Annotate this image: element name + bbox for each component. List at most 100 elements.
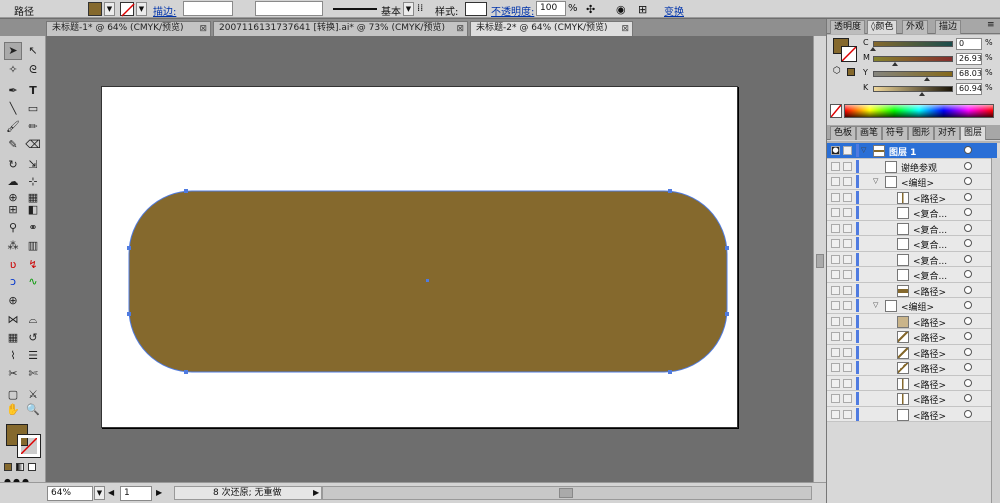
rectangle-tool-icon[interactable]: ▭ (24, 100, 42, 118)
panel-menu-icon[interactable]: ≡ (987, 20, 995, 30)
visibility-toggle[interactable] (831, 363, 840, 372)
anchor-point[interactable] (668, 370, 672, 374)
none-mode-icon[interactable] (28, 463, 36, 471)
eraser-tool-icon[interactable]: ⌫ (24, 136, 42, 154)
tab-transparency[interactable]: 透明度 (830, 20, 866, 34)
slice-tool-icon[interactable]: ✂ (4, 365, 22, 383)
layer-item[interactable]: ▽ <编组> (827, 174, 997, 190)
lock-toggle[interactable] (843, 347, 852, 357)
slider-thumb[interactable] (924, 77, 931, 81)
visibility-toggle[interactable] (831, 208, 840, 217)
scale-tool-icon[interactable]: ⇲ (24, 156, 42, 174)
target-icon[interactable] (964, 394, 972, 402)
target-icon[interactable] (964, 223, 972, 232)
layer-item[interactable]: <路径> (827, 329, 997, 345)
color-spectrum-bar[interactable] (844, 104, 994, 118)
rotate-tool-icon[interactable]: ↻ (4, 156, 22, 174)
anchor-point[interactable] (668, 189, 672, 193)
visibility-toggle[interactable] (831, 285, 840, 295)
next-artboard-icon[interactable]: ▶ (156, 488, 162, 497)
target-icon[interactable] (964, 363, 972, 371)
target-icon[interactable] (964, 285, 972, 294)
slider-thumb[interactable] (891, 62, 898, 66)
target-icon[interactable] (964, 177, 972, 185)
layer-item[interactable]: <路径> (827, 282, 997, 298)
visibility-toggle[interactable] (831, 301, 840, 310)
symbol-sprayer-tool-icon[interactable]: ⁂ (4, 237, 22, 255)
close-tab-icon[interactable]: ⊠ (621, 23, 629, 36)
layer-item[interactable]: <路径> (827, 189, 997, 205)
tab-2007116131737641[interactable]: 2007116131737641 [转换].ai* @ 73% (CMYK/预览… (213, 21, 468, 36)
lasso-tool-icon[interactable]: ᘓ (24, 61, 42, 79)
pencil-tool-icon[interactable]: ✏ (24, 118, 42, 136)
spiral-tool-icon[interactable]: ↯ (24, 256, 42, 274)
line-tool-icon[interactable]: ╲ (4, 100, 22, 118)
tab-swatches[interactable]: 色板 (830, 126, 857, 140)
tab-layers[interactable]: 图层 (960, 126, 987, 140)
gradient-tool-icon[interactable]: ◧ (24, 201, 42, 219)
lock-toggle[interactable] (843, 409, 852, 419)
lock-toggle[interactable] (843, 301, 852, 310)
lock-toggle[interactable] (843, 270, 852, 279)
zoom-dropdown[interactable]: ▼ (94, 486, 105, 500)
direct-selection-tool-icon[interactable]: ↖ (24, 42, 42, 60)
layer-item[interactable]: <复合... (827, 251, 997, 267)
anchor-point[interactable] (184, 370, 188, 374)
prev-artboard-icon[interactable]: ◀ (108, 488, 114, 497)
brush-dropdown[interactable]: ▼ (403, 2, 414, 16)
target-icon[interactable] (964, 146, 972, 154)
stroke-swatch-large[interactable] (841, 46, 857, 62)
slider-thumb[interactable] (918, 92, 925, 96)
stroke-color-box[interactable] (17, 434, 41, 458)
recolor-icon[interactable]: ✣ (586, 3, 595, 16)
visibility-toggle[interactable] (831, 394, 840, 403)
zigzag-tool-icon[interactable]: ⌇ (4, 347, 22, 365)
canvas-area[interactable] (47, 36, 813, 482)
hand-tool-icon[interactable]: ✋ (4, 401, 22, 419)
channel-value-field[interactable]: 60.94 (956, 83, 982, 95)
list-tool-icon[interactable]: ☰ (24, 347, 42, 365)
target-icon[interactable] (964, 316, 972, 325)
layer-item[interactable]: <路径> (827, 391, 997, 407)
lock-toggle[interactable] (843, 192, 852, 202)
variable-width-field[interactable] (255, 1, 323, 16)
lock-toggle[interactable] (843, 332, 852, 341)
target-icon[interactable] (964, 332, 972, 340)
stroke-swatch[interactable] (120, 2, 135, 17)
visibility-toggle[interactable] (831, 239, 840, 248)
channel-slider[interactable] (873, 41, 953, 47)
pen-tool-icon[interactable]: ✒ (4, 82, 22, 100)
layer-row-layer-1[interactable]: ● ▽ 图层 1 (827, 143, 997, 159)
horizontal-scroll-thumb[interactable] (559, 488, 573, 498)
lock-toggle[interactable] (843, 208, 852, 217)
tab-symbols[interactable]: 符号 (882, 126, 909, 140)
selection-tool-icon[interactable]: ➤ (4, 42, 22, 60)
target-icon[interactable] (964, 161, 972, 170)
channel-slider[interactable] (873, 86, 953, 92)
layer-item[interactable]: <路径> (827, 344, 997, 360)
lock-toggle[interactable] (843, 363, 852, 372)
expand-triangle-icon[interactable]: ▽ (861, 146, 866, 154)
visibility-toggle[interactable] (831, 409, 840, 419)
blob-brush-tool-icon[interactable]: ✎ (4, 136, 22, 154)
channel-value-field[interactable]: 0 (956, 38, 982, 50)
visibility-toggle[interactable] (831, 332, 840, 341)
layer-item[interactable]: <路径> (827, 360, 997, 376)
visibility-toggle[interactable] (831, 316, 840, 326)
align-icon[interactable]: ⊞ (638, 3, 647, 16)
layer-item[interactable]: <复合... (827, 236, 997, 252)
target-tool-icon[interactable]: ⊕ (4, 292, 22, 310)
layer-item[interactable]: <路径> (827, 313, 997, 329)
eye-icon[interactable]: ● (831, 146, 840, 155)
stroke-weight-field[interactable] (183, 1, 233, 16)
lock-toggle[interactable] (843, 146, 852, 155)
target-icon[interactable] (964, 208, 972, 216)
lock-toggle[interactable] (843, 378, 852, 388)
target-icon[interactable] (964, 239, 972, 247)
paintbrush-tool-icon[interactable]: 🖌 (4, 118, 22, 136)
out-of-gamut-icon[interactable]: ⬡ (833, 66, 841, 76)
target-icon[interactable] (964, 409, 972, 418)
channel-slider[interactable] (873, 56, 953, 62)
lock-toggle[interactable] (843, 239, 852, 248)
lock-toggle[interactable] (843, 254, 852, 264)
